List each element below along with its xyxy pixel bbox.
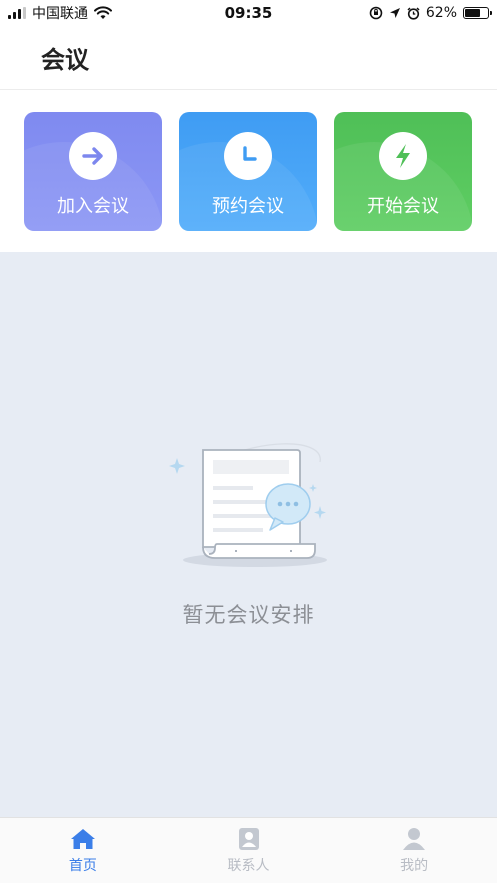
meeting-list-area: 暂无会议安排 (0, 252, 497, 817)
status-time: 09:35 (224, 4, 273, 22)
arrow-right-icon (69, 132, 117, 180)
page-title: 会议 (41, 46, 89, 74)
action-cards: 加入会议 预约会议 开始会议 (0, 90, 497, 252)
battery-percent: 62% (425, 5, 457, 21)
battery-level (465, 9, 480, 17)
location-icon (389, 8, 400, 18)
contacts-icon (238, 827, 260, 851)
signal-icon (8, 7, 26, 19)
bottom-tab-bar: 首页 联系人 我的 (0, 817, 497, 883)
schedule-meeting-button[interactable]: 预约会议 (179, 112, 317, 231)
schedule-meeting-label: 预约会议 (212, 196, 284, 217)
status-right: 62% (369, 5, 492, 21)
clock-icon (224, 132, 272, 180)
battery-icon (463, 7, 492, 19)
app-header: 会议 (0, 26, 497, 90)
tab-home[interactable]: 首页 (0, 818, 166, 883)
join-meeting-label: 加入会议 (57, 196, 129, 217)
alarm-icon (407, 6, 420, 20)
status-bar: 中国联通 09:35 62% (0, 0, 497, 26)
document-chat-illustration (169, 443, 327, 567)
tab-contacts[interactable]: 联系人 (166, 818, 332, 883)
lightning-icon (379, 132, 427, 180)
tab-home-label: 首页 (68, 858, 97, 874)
start-meeting-button[interactable]: 开始会议 (334, 112, 472, 231)
tab-profile[interactable]: 我的 (331, 818, 497, 883)
status-left: 中国联通 (8, 3, 112, 23)
tab-profile-label: 我的 (400, 858, 429, 874)
home-icon (70, 827, 96, 851)
tab-contacts-label: 联系人 (227, 858, 270, 874)
wifi-icon (94, 6, 112, 19)
join-meeting-button[interactable]: 加入会议 (24, 112, 162, 231)
orientation-lock-icon (369, 6, 383, 20)
profile-icon (402, 827, 426, 851)
carrier-label: 中国联通 (32, 6, 88, 22)
empty-state-message: 暂无会议安排 (182, 603, 315, 627)
start-meeting-label: 开始会议 (367, 196, 439, 217)
